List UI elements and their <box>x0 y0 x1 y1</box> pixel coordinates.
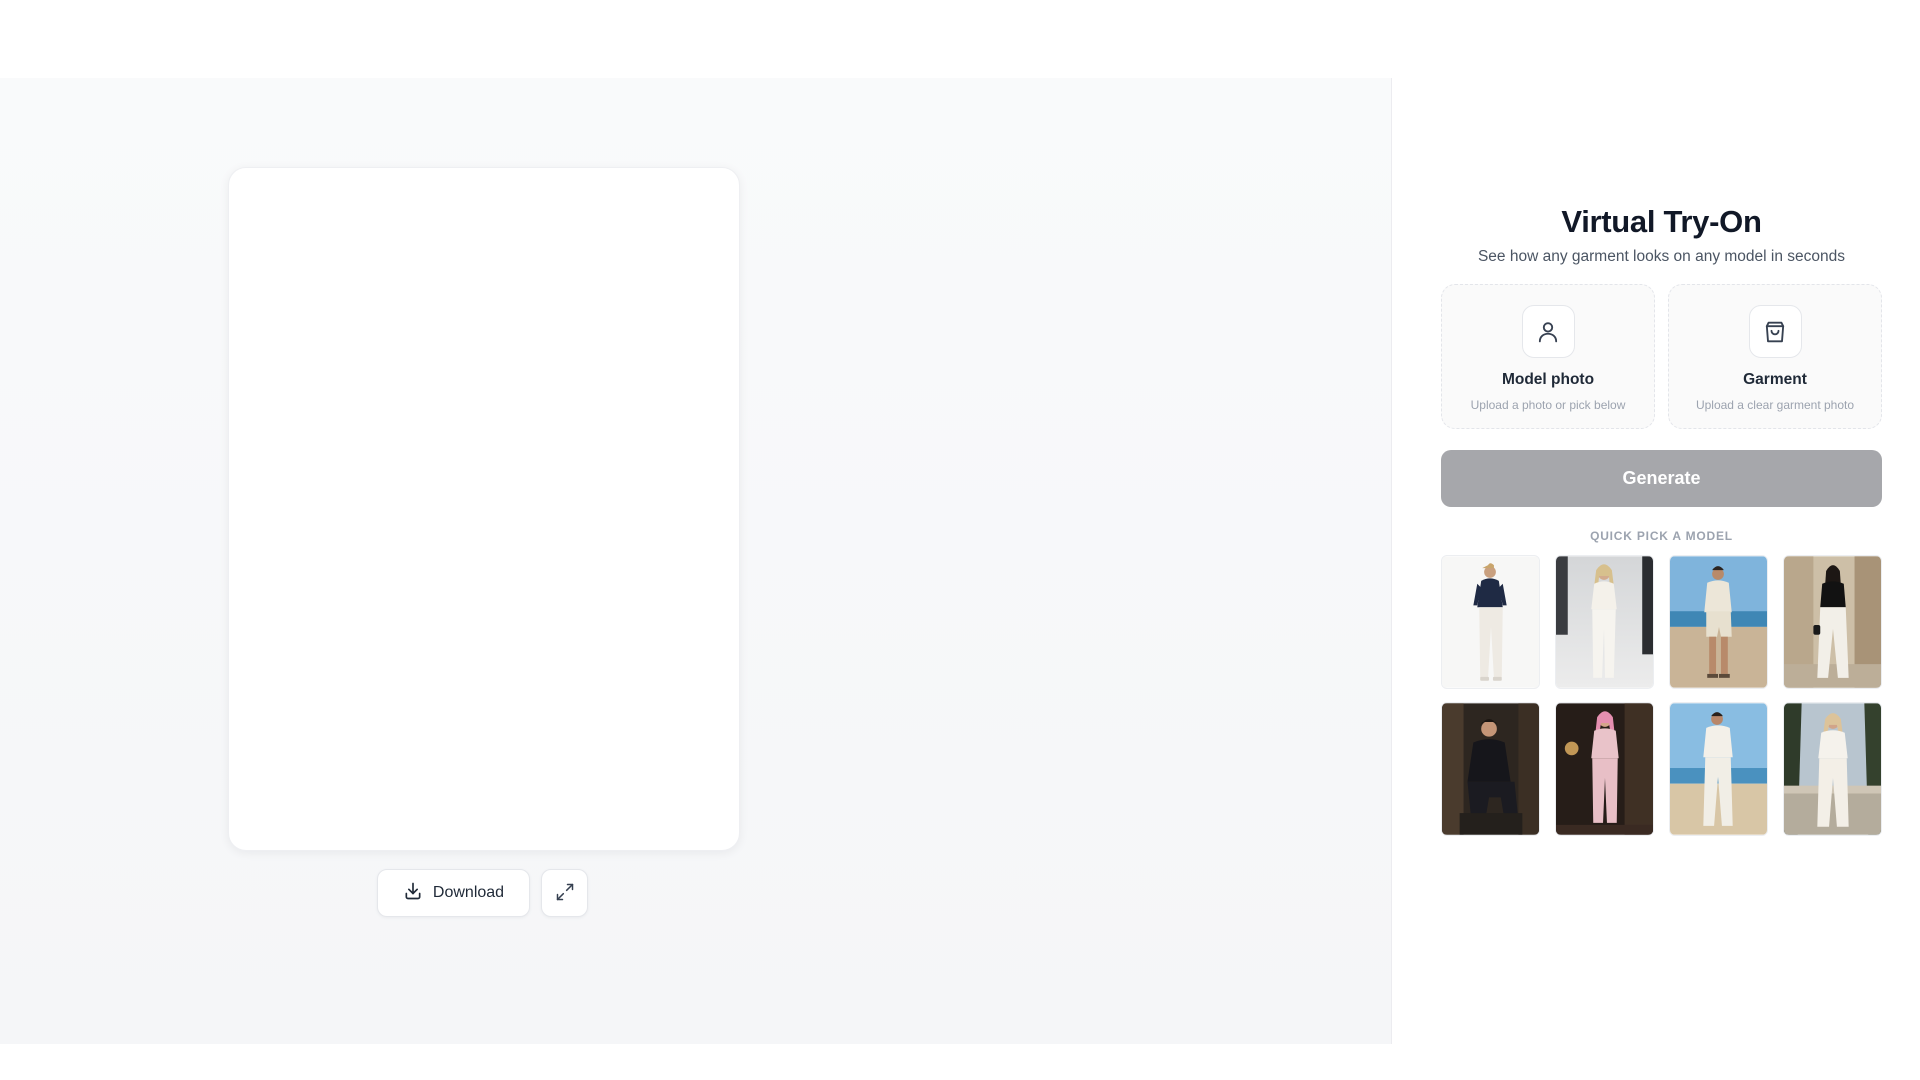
model-photo-subtitle: Upload a photo or pick below <box>1470 398 1626 412</box>
model-photo-title: Model photo <box>1501 371 1595 388</box>
control-panel-content: Virtual Try-On See how any garment looks… <box>1441 202 1882 836</box>
control-panel: Virtual Try-On See how any garment looks… <box>1392 78 1920 1044</box>
expand-icon <box>555 882 575 905</box>
model-photo-upload[interactable]: Model photo Upload a photo or pick below <box>1441 284 1655 429</box>
preview-actions: Download <box>377 869 588 917</box>
page-subtitle: See how any garment looks on any model i… <box>1477 248 1846 265</box>
app-window: Download Virtual Try-On See how any garm… <box>0 78 1920 1044</box>
expand-button[interactable] <box>541 869 588 917</box>
model-photo-7 <box>1670 703 1767 835</box>
model-photo-4 <box>1784 556 1881 688</box>
model-photo-2 <box>1556 556 1653 688</box>
model-photo-5 <box>1442 703 1539 835</box>
quick-pick-label: QUICK PICK A MODEL <box>1590 529 1733 543</box>
download-button[interactable]: Download <box>377 869 530 917</box>
model-photo-8 <box>1784 703 1881 835</box>
shopping-bag-icon <box>1748 305 1802 358</box>
page-title: Virtual Try-On <box>1561 204 1762 239</box>
model-thumbnail[interactable] <box>1441 555 1540 689</box>
model-photo-3 <box>1670 556 1767 688</box>
model-thumbnail[interactable] <box>1555 555 1654 689</box>
garment-title: Garment <box>1743 371 1807 388</box>
model-photo-1 <box>1442 556 1539 688</box>
garment-upload[interactable]: Garment Upload a clear garment photo <box>1668 284 1882 429</box>
download-button-label: Download <box>432 884 505 901</box>
upload-row: Model photo Upload a photo or pick below… <box>1441 284 1882 429</box>
model-grid <box>1441 555 1882 836</box>
garment-subtitle: Upload a clear garment photo <box>1695 398 1855 412</box>
preview-area: Download <box>0 78 1392 1044</box>
model-photo-6 <box>1556 703 1653 835</box>
model-thumbnail[interactable] <box>1555 702 1654 836</box>
model-thumbnail[interactable] <box>1441 702 1540 836</box>
user-icon <box>1521 305 1575 358</box>
model-thumbnail[interactable] <box>1669 702 1768 836</box>
model-thumbnail[interactable] <box>1783 555 1882 689</box>
result-preview-card <box>228 167 740 851</box>
model-thumbnail[interactable] <box>1669 555 1768 689</box>
download-icon <box>403 881 423 906</box>
generate-button[interactable]: Generate <box>1441 450 1882 507</box>
model-thumbnail[interactable] <box>1783 702 1882 836</box>
